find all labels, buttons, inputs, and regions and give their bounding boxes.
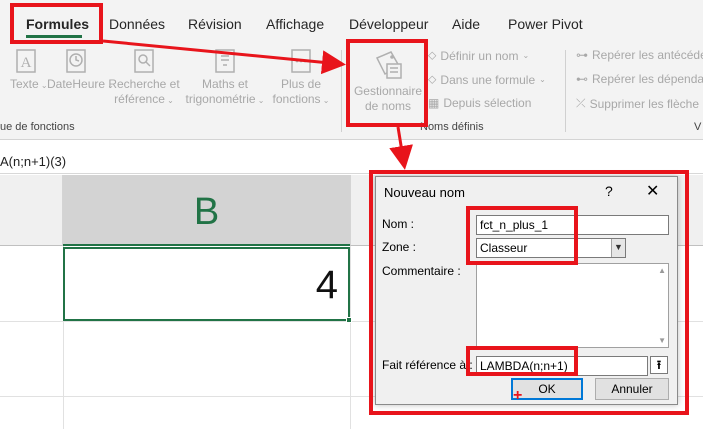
arrow-gestionnaire-to-dialog: [389, 126, 413, 170]
annotation-arrows: [102, 39, 413, 170]
excel-window: Formules Données Révision Affichage Déve…: [0, 0, 703, 429]
cursor-plus-icon: +: [513, 387, 523, 404]
arrow-formules-to-gestionnaire: [102, 39, 346, 75]
